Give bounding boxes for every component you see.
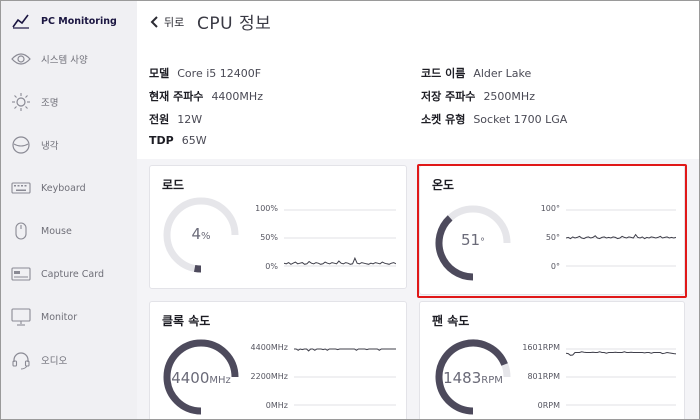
spec-label: 전원 <box>149 113 170 126</box>
history-line <box>284 256 396 265</box>
gauge-unit: MHz <box>209 375 231 386</box>
axis-label-bottom: 0% <box>265 262 278 271</box>
axis-label-top: 4400MHz <box>250 343 288 352</box>
axis-label-bottom: 0° <box>550 262 560 271</box>
sidebar-item-label: 오디오 <box>41 356 68 367</box>
spec-label: 코드 이름 <box>421 67 466 80</box>
spec-label: 저장 주파수 <box>421 90 476 103</box>
main-content: 뒤로 CPU 정보 모델 Core i5 12400F 현재 주파수 4400MHz… <box>137 1 699 419</box>
spec-label: TDP <box>149 134 174 147</box>
axis-label-mid: 2200MHz <box>250 372 288 381</box>
fan-speed-value: 1483RPM <box>432 368 514 387</box>
temperature-card: 온도 51° 100° 50° 0° <box>419 165 685 295</box>
spec-value: Alder Lake <box>473 67 532 80</box>
axis-label-top: 100° <box>540 204 560 213</box>
card-title: 로드 <box>162 178 185 192</box>
temperature-value: 51° <box>432 230 514 249</box>
spec-socket: 소켓 유형 Socket 1700 LGA <box>421 111 567 127</box>
sidebar-item-label: Monitor <box>41 311 78 323</box>
gauge-number: 4 <box>191 225 202 243</box>
sun-icon <box>11 92 31 112</box>
mouse-icon <box>11 221 31 241</box>
spec-model: 모델 Core i5 12400F <box>149 65 261 81</box>
load-card: 로드 4% 100% 50% 0% <box>149 165 407 289</box>
gauge-fill <box>193 264 202 273</box>
back-button[interactable]: 뒤로 <box>149 11 184 33</box>
axis-label-top: 100% <box>255 204 278 213</box>
spec-power: 전원 12W <box>149 111 202 127</box>
app-window: PC Monitoring 시스템 사양 조명 냉각 Keyboard Mous… <box>0 0 700 420</box>
sidebar-item-monitor[interactable]: Monitor <box>1 297 137 337</box>
back-label: 뒤로 <box>164 16 185 29</box>
gauge-unit: RPM <box>481 375 503 386</box>
history-line <box>566 351 676 356</box>
spec-codename: 코드 이름 Alder Lake <box>421 65 531 81</box>
axis-label-bottom: 0RPM <box>537 401 560 410</box>
capture-card-icon <box>11 264 31 284</box>
fan-icon <box>11 135 31 155</box>
spec-value: 2500MHz <box>483 90 535 103</box>
page-title: CPU 정보 <box>197 14 272 34</box>
spec-label: 소켓 유형 <box>421 113 466 126</box>
load-history-chart <box>284 209 396 267</box>
eye-icon <box>11 49 31 69</box>
axis-label-mid: 801RPM <box>527 372 560 381</box>
axis-label-top: 1601RPM <box>522 343 560 352</box>
keyboard-icon <box>11 178 31 198</box>
card-title: 팬 속도 <box>432 314 470 328</box>
spec-value: Socket 1700 LGA <box>473 113 568 126</box>
chevron-left-icon <box>150 16 158 28</box>
load-value: 4% <box>160 224 242 243</box>
sidebar-item-capture-card[interactable]: Capture Card <box>1 254 137 294</box>
sidebar-item-system-specs[interactable]: 시스템 사양 <box>1 39 137 79</box>
chart-line-icon <box>11 11 31 31</box>
gauge-number: 1483 <box>443 369 482 387</box>
spec-label: 모델 <box>149 67 170 80</box>
sidebar-item-pc-monitoring[interactable]: PC Monitoring <box>1 1 137 41</box>
clock-speed-value: 4400MHz <box>160 368 242 387</box>
sidebar-item-cooling[interactable]: 냉각 <box>1 125 137 165</box>
spec-value: 4400MHz <box>211 90 263 103</box>
spec-tdp: TDP 65W <box>149 134 207 147</box>
clock-speed-card: 클록 속도 4400MHz 4400MHz 2200MHz 0MHz <box>149 301 407 419</box>
sidebar-item-label: 시스템 사양 <box>41 55 88 66</box>
sidebar-item-label: Keyboard <box>41 182 86 194</box>
gauge-number: 4400 <box>171 369 210 387</box>
spec-current-frequency: 현재 주파수 4400MHz <box>149 88 263 104</box>
sidebar-item-audio[interactable]: 오디오 <box>1 340 137 380</box>
sidebar-item-keyboard[interactable]: Keyboard <box>1 168 137 208</box>
gauge-unit: ° <box>480 237 486 248</box>
gauge-unit: % <box>201 231 211 242</box>
axis-label-mid: 50° <box>545 233 560 242</box>
sidebar-item-label: 냉각 <box>41 141 59 152</box>
sidebar: PC Monitoring 시스템 사양 조명 냉각 Keyboard Mous… <box>1 1 137 419</box>
spec-label: 현재 주파수 <box>149 90 204 103</box>
spec-value: 65W <box>181 134 207 147</box>
sidebar-item-label: PC Monitoring <box>41 15 117 27</box>
sidebar-item-label: Capture Card <box>41 268 105 280</box>
monitor-icon <box>11 307 31 327</box>
sidebar-item-mouse[interactable]: Mouse <box>1 211 137 251</box>
page-header: 뒤로 CPU 정보 <box>137 1 699 47</box>
spec-value: Core i5 12400F <box>177 67 262 80</box>
gauge-number: 51 <box>460 231 481 249</box>
card-title: 클록 속도 <box>162 314 211 328</box>
headset-icon <box>11 350 31 370</box>
cpu-specs: 모델 Core i5 12400F 현재 주파수 4400MHz 전원 12W TDP… <box>137 47 699 159</box>
sidebar-item-lighting[interactable]: 조명 <box>1 82 137 122</box>
axis-label-mid: 50% <box>260 233 278 242</box>
fan-speed-card: 팬 속도 1483RPM 1601RPM 801RPM 0RPM <box>419 301 685 419</box>
clock-speed-history-chart <box>294 348 396 406</box>
card-title: 온도 <box>432 178 455 192</box>
axis-label-bottom: 0MHz <box>265 401 288 410</box>
spec-stock-frequency: 저장 주파수 2500MHz <box>421 88 535 104</box>
fan-speed-history-chart <box>566 348 676 406</box>
temperature-history-chart <box>566 209 676 267</box>
sidebar-item-label: 조명 <box>41 98 59 109</box>
spec-value: 12W <box>177 113 203 126</box>
sidebar-item-label: Mouse <box>41 225 72 237</box>
